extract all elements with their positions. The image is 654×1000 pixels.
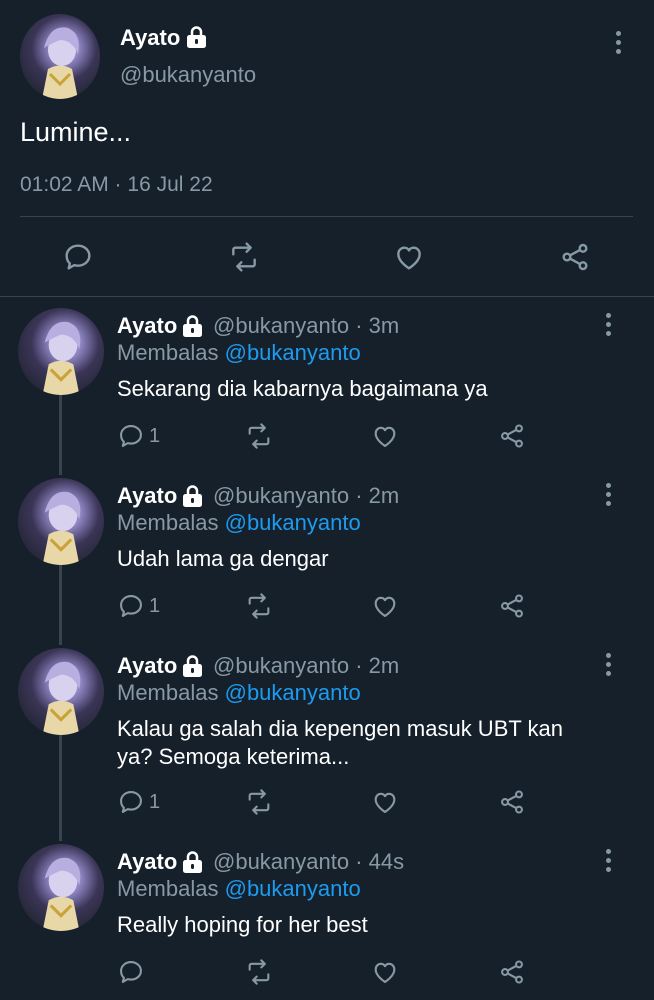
mention-link[interactable]: @bukanyanto bbox=[225, 340, 361, 365]
retweet-icon[interactable] bbox=[244, 592, 274, 620]
like-icon[interactable] bbox=[370, 958, 400, 986]
share-icon[interactable] bbox=[558, 241, 592, 273]
like-icon[interactable] bbox=[392, 241, 426, 273]
tweet-timestamp: 01:02 AM · 16 Jul 22 bbox=[20, 173, 213, 196]
lock-icon bbox=[181, 315, 204, 337]
author-name[interactable]: Ayato bbox=[120, 25, 180, 51]
avatar[interactable] bbox=[20, 14, 100, 99]
like-icon[interactable] bbox=[370, 422, 400, 450]
lock-icon bbox=[181, 485, 204, 507]
more-icon[interactable] bbox=[604, 849, 613, 876]
mention-link[interactable]: @bukanyanto bbox=[225, 876, 361, 901]
lock-icon bbox=[185, 26, 208, 48]
reply-count: 1 bbox=[149, 791, 161, 813]
mention-link[interactable]: @bukanyanto bbox=[225, 680, 361, 705]
thread-line bbox=[59, 565, 62, 645]
retweet-icon[interactable] bbox=[227, 241, 261, 273]
reply-icon[interactable] bbox=[117, 592, 145, 620]
divider bbox=[20, 216, 633, 217]
reply-meta: @bukanyanto · 3m bbox=[213, 313, 400, 338]
retweet-icon[interactable] bbox=[244, 422, 274, 450]
replying-to-label: Membalas bbox=[117, 510, 219, 535]
retweet-icon[interactable] bbox=[244, 788, 274, 816]
like-icon[interactable] bbox=[370, 592, 400, 620]
lock-icon bbox=[181, 655, 204, 677]
replying-to-label: Membalas bbox=[117, 876, 219, 901]
more-icon[interactable] bbox=[604, 313, 613, 340]
share-icon[interactable] bbox=[497, 592, 527, 620]
author-handle[interactable]: @bukanyanto bbox=[120, 62, 256, 88]
replying-to-label: Membalas bbox=[117, 340, 219, 365]
replying-to: Membalas @bukanyanto bbox=[117, 680, 361, 706]
author-name[interactable]: Ayato bbox=[117, 849, 177, 875]
reply-text: Sekarang dia kabarnya bagaimana ya bbox=[117, 376, 488, 401]
reply-text: Really hoping for her best bbox=[117, 912, 368, 937]
retweet-icon[interactable] bbox=[244, 958, 274, 986]
reply-text: Udah lama ga dengar bbox=[117, 546, 329, 571]
reply-icon[interactable] bbox=[62, 241, 94, 273]
mention-link[interactable]: @bukanyanto bbox=[225, 510, 361, 535]
more-icon[interactable] bbox=[604, 483, 613, 510]
avatar[interactable] bbox=[18, 478, 104, 565]
author-name[interactable]: Ayato bbox=[117, 653, 177, 679]
replying-to: Membalas @bukanyanto bbox=[117, 876, 361, 902]
replying-to-label: Membalas bbox=[117, 680, 219, 705]
more-icon[interactable] bbox=[604, 653, 613, 680]
author-name[interactable]: Ayato bbox=[117, 313, 177, 339]
lock-icon bbox=[181, 851, 204, 873]
share-icon[interactable] bbox=[497, 788, 527, 816]
tweet-text: Lumine... bbox=[20, 117, 132, 147]
replying-to: Membalas @bukanyanto bbox=[117, 510, 361, 536]
share-icon[interactable] bbox=[497, 958, 527, 986]
avatar[interactable] bbox=[18, 648, 104, 735]
reply-count: 1 bbox=[149, 595, 161, 617]
avatar[interactable] bbox=[18, 308, 104, 395]
reply-icon[interactable] bbox=[117, 422, 145, 450]
more-icon[interactable] bbox=[614, 31, 623, 58]
divider bbox=[0, 296, 654, 297]
reply-meta: @bukanyanto · 44s bbox=[213, 849, 405, 874]
thread-line bbox=[59, 735, 62, 841]
avatar[interactable] bbox=[18, 844, 104, 931]
share-icon[interactable] bbox=[497, 422, 527, 450]
author-name[interactable]: Ayato bbox=[117, 483, 177, 509]
reply-icon[interactable] bbox=[117, 958, 145, 986]
like-icon[interactable] bbox=[370, 788, 400, 816]
reply-meta: @bukanyanto · 2m bbox=[213, 653, 400, 678]
reply-icon[interactable] bbox=[117, 788, 145, 816]
reply-text: Kalau ga salah dia kepengen masuk UBT ka… bbox=[117, 716, 563, 769]
reply-count: 1 bbox=[149, 425, 161, 447]
thread-line bbox=[59, 395, 62, 475]
reply-meta: @bukanyanto · 2m bbox=[213, 483, 400, 508]
replying-to: Membalas @bukanyanto bbox=[117, 340, 361, 366]
